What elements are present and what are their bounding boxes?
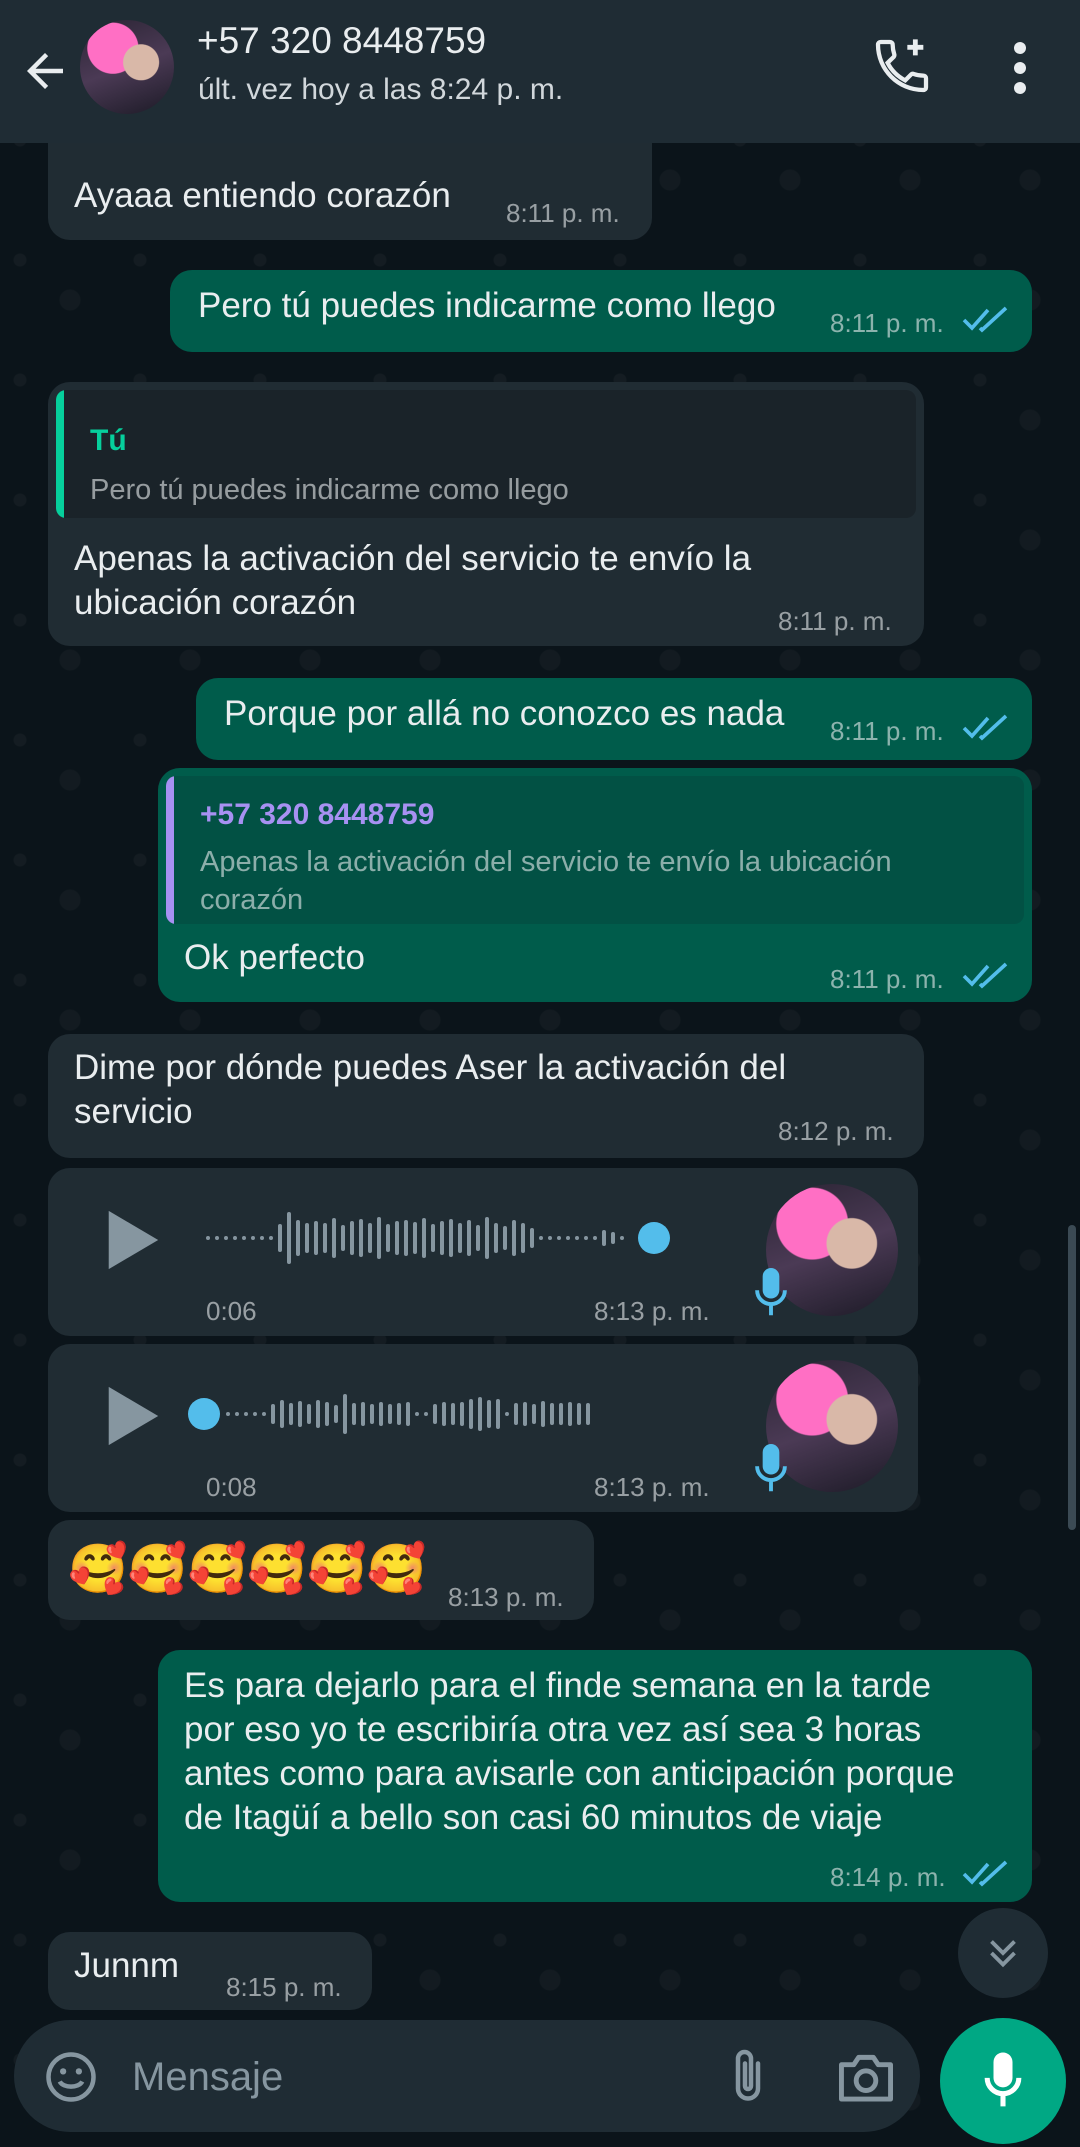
message-time: 8:11 p. m. bbox=[506, 198, 620, 228]
message-text-line: antes como para avisarle con anticipació… bbox=[184, 1754, 955, 1793]
read-ticks-icon bbox=[962, 962, 1008, 989]
voice-message[interactable]: 0:06 8:13 p. m. bbox=[48, 1168, 918, 1336]
message-bubble-incoming[interactable]: 🥰🥰🥰🥰🥰🥰 8:13 p. m. bbox=[48, 1520, 594, 1620]
message-bubble-outgoing[interactable]: Es para dejarlo para el finde semana en … bbox=[158, 1650, 1032, 1902]
quote-text-line: Apenas la activación del servicio te env… bbox=[200, 846, 892, 878]
chat-scrollbar[interactable] bbox=[1068, 1225, 1076, 1530]
voice-seek-handle[interactable] bbox=[188, 1398, 220, 1430]
microphone-icon bbox=[755, 1444, 787, 1492]
quote-author: +57 320 8448759 bbox=[200, 798, 435, 831]
message-text: 🥰🥰🥰🥰🥰🥰 bbox=[68, 1543, 427, 1596]
message-bubble-outgoing[interactable]: Pero tú puedes indicarme como llego 8:11… bbox=[170, 270, 1032, 352]
message-text: Porque por allá no conozco es nada bbox=[224, 694, 785, 733]
emoji-icon[interactable] bbox=[44, 2050, 98, 2104]
voice-duration: 0:08 bbox=[206, 1472, 257, 1502]
chevron-double-down-icon bbox=[990, 1940, 1016, 1968]
message-time: 8:14 p. m. bbox=[830, 1862, 946, 1892]
message-text-line: ubicación corazón bbox=[74, 583, 357, 622]
message-time: 8:15 p. m. bbox=[226, 1972, 342, 2002]
message-text: Ok perfecto bbox=[184, 938, 365, 977]
last-seen-status: últ. vez hoy a las 8:24 p. m. bbox=[198, 73, 564, 106]
message-text-line: servicio bbox=[74, 1092, 193, 1131]
message-text: Ayaaa entiendo corazón bbox=[74, 176, 451, 215]
microphone-icon bbox=[984, 2052, 1022, 2107]
message-text-line: Es para dejarlo para el finde semana en … bbox=[184, 1666, 932, 1705]
paperclip-icon[interactable] bbox=[722, 2046, 774, 2106]
camera-icon[interactable] bbox=[836, 2050, 896, 2104]
add-call-icon[interactable] bbox=[870, 34, 934, 98]
message-bubble-incoming[interactable]: Junnm 8:15 p. m. bbox=[48, 1932, 372, 2010]
quote-author: Tú bbox=[90, 424, 127, 457]
play-icon[interactable] bbox=[102, 1208, 162, 1272]
chat-header: +57 320 8448759 últ. vez hoy a las 8:24 … bbox=[0, 0, 1080, 143]
scroll-to-bottom-button[interactable] bbox=[958, 1908, 1048, 1998]
voice-message[interactable]: 0:08 8:13 p. m. bbox=[48, 1344, 918, 1512]
message-time: 8:13 p. m. bbox=[448, 1582, 564, 1612]
message-bubble-outgoing[interactable]: Porque por allá no conozco es nada 8:11 … bbox=[196, 678, 1032, 760]
message-text: Pero tú puedes indicarme como llego bbox=[198, 286, 776, 325]
message-input[interactable] bbox=[130, 2046, 694, 2108]
message-text-line: por eso yo te escribiría otra vez así se… bbox=[184, 1710, 922, 1749]
arrow-left-icon[interactable] bbox=[18, 44, 72, 98]
quote-bar bbox=[166, 776, 174, 924]
message-composer bbox=[14, 2020, 920, 2132]
message-time: 8:12 p. m. bbox=[778, 1116, 894, 1146]
message-text-line: Dime por dónde puedes Aser la activación… bbox=[74, 1048, 787, 1087]
voice-record-button[interactable] bbox=[940, 2018, 1066, 2144]
quoted-message[interactable]: +57 320 8448759 Apenas la activación del… bbox=[166, 776, 1024, 924]
message-bubble-outgoing[interactable]: +57 320 8448759 Apenas la activación del… bbox=[158, 768, 1032, 1002]
message-text: Junnm bbox=[74, 1946, 180, 1985]
message-time: 8:11 p. m. bbox=[830, 716, 944, 746]
voice-waveform[interactable] bbox=[206, 1208, 766, 1268]
message-text-line: Apenas la activación del servicio te env… bbox=[74, 539, 752, 578]
message-bubble-incoming[interactable]: Dime por dónde puedes Aser la activación… bbox=[48, 1034, 924, 1158]
read-ticks-icon bbox=[962, 306, 1008, 333]
more-vertical-icon[interactable] bbox=[1000, 38, 1040, 98]
contact-name[interactable]: +57 320 8448759 bbox=[197, 20, 486, 62]
play-icon[interactable] bbox=[102, 1384, 162, 1448]
voice-seek-handle[interactable] bbox=[638, 1222, 670, 1254]
message-time: 8:13 p. m. bbox=[594, 1296, 710, 1326]
quote-bar bbox=[56, 390, 64, 518]
message-time: 8:13 p. m. bbox=[594, 1472, 710, 1502]
quote-text-line: corazón bbox=[200, 884, 304, 916]
quoted-message[interactable]: Tú Pero tú puedes indicarme como llego bbox=[56, 390, 916, 518]
message-time: 8:11 p. m. bbox=[830, 308, 944, 338]
message-time: 8:11 p. m. bbox=[778, 606, 892, 636]
read-ticks-icon bbox=[962, 1860, 1008, 1887]
contact-avatar[interactable] bbox=[80, 20, 174, 114]
quote-text: Pero tú puedes indicarme como llego bbox=[90, 474, 569, 506]
read-ticks-icon bbox=[962, 714, 1008, 741]
microphone-icon bbox=[755, 1268, 787, 1316]
message-time: 8:11 p. m. bbox=[830, 964, 944, 994]
message-bubble-incoming[interactable]: Tú Pero tú puedes indicarme como llego A… bbox=[48, 382, 924, 646]
message-text-line: de Itagüí a bello son casi 60 minutos de… bbox=[184, 1798, 883, 1837]
voice-duration: 0:06 bbox=[206, 1296, 257, 1326]
voice-waveform[interactable] bbox=[226, 1384, 766, 1444]
